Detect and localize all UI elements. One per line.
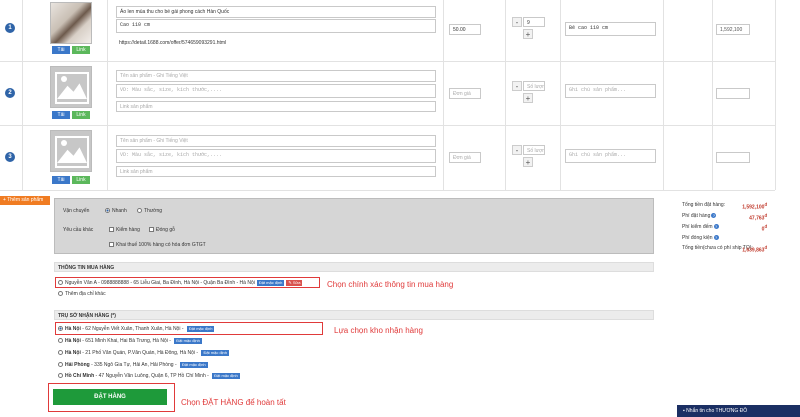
qty-plus-button[interactable]: +	[523, 29, 533, 39]
add-product-button[interactable]: + Thêm sản phẩm	[0, 196, 50, 205]
shipping-normal-radio[interactable]: Thường	[137, 208, 162, 214]
options-panel: Vận chuyển Nhanh Thường Yêu cầu khác Kiể…	[54, 198, 654, 254]
chat-icon: ▪	[683, 408, 685, 414]
product-name-input[interactable]: Áo len mùa thu cho bé gái phong cách Hàn…	[116, 6, 436, 18]
summary-total-value: 1,592,100đ	[742, 202, 767, 211]
row-index: 3	[5, 152, 15, 162]
summary-total-label: Tổng tiền đặt hàng:	[682, 202, 726, 208]
help-icon[interactable]: ?	[711, 213, 717, 218]
upload-button[interactable]: Tải	[52, 176, 70, 184]
invoice-checkbox[interactable]: Khai thuế 100% hàng có hóa đơn GTGT	[109, 242, 206, 248]
link-button[interactable]: Link	[72, 176, 90, 184]
warehouse-section-header: TRỤ SỞ NHẬN HÀNG (*)	[54, 310, 654, 320]
row-total: 1,592,100	[716, 24, 750, 35]
annotation-box	[55, 277, 320, 288]
warehouse-option[interactable]: Hà Nội - 21 Phố Văn Quán, P.Văn Quán, Hà…	[58, 350, 230, 356]
link-button[interactable]: Link	[72, 46, 90, 54]
upload-button[interactable]: Tải	[52, 111, 70, 119]
wood-checkbox[interactable]: Đóng gỗ	[149, 227, 175, 233]
product-note-input[interactable]: Ghi chú sản phẩm...	[565, 149, 656, 163]
product-desc-input[interactable]: VD: Màu sắc, size, kích thước,....	[116, 149, 436, 163]
summary-fee-label: Phí đặt hàng	[682, 213, 711, 219]
chat-label: Nhắn tin cho THƯƠNG ĐÔ	[686, 408, 748, 414]
summary-wood-label: Phí đóng kiện	[682, 235, 713, 241]
product-url-input[interactable]: Link sản phẩm	[116, 166, 436, 177]
summary-inspect-value: 0đ	[761, 224, 767, 233]
buyer-section-header: THÔNG TIN MUA HÀNG	[54, 262, 654, 272]
image-placeholder-icon	[50, 130, 92, 172]
qty-minus-button[interactable]: -	[512, 81, 522, 91]
qty-input[interactable]: 9	[523, 17, 545, 27]
qty-input[interactable]: Số lượn	[523, 145, 545, 155]
help-icon[interactable]: ?	[713, 235, 719, 240]
other-request-label: Yêu cầu khác	[63, 227, 94, 233]
warehouse-option[interactable]: Hà Nội - 651 Minh Khai, Hai Bà Trưng, Hà…	[58, 338, 202, 344]
summary-fee-value: 47,763đ	[749, 213, 767, 222]
product-url[interactable]: https://detail.1688.com/offer/5746590932…	[116, 38, 436, 49]
place-order-button[interactable]: ĐẶT HÀNG	[53, 389, 167, 405]
qty-plus-button[interactable]: +	[523, 157, 533, 167]
product-note-input[interactable]: Bé cao 110 cm	[565, 22, 656, 36]
product-image	[50, 2, 92, 44]
summary-inspect-label: Phí kiểm đếm	[682, 224, 713, 230]
inspect-checkbox[interactable]: Kiểm hàng	[109, 227, 140, 233]
product-name-input[interactable]: Tên sản phẩm - Ghi Tiếng Việt	[116, 135, 436, 147]
row-index: 1	[5, 23, 15, 33]
price-input[interactable]: 50.00	[449, 24, 481, 35]
row-total	[716, 88, 750, 99]
qty-minus-button[interactable]: -	[512, 145, 522, 155]
annotation-box	[55, 322, 323, 335]
product-desc-input[interactable]: Cao 110 cm	[116, 19, 436, 33]
summary-grand-value: 1,639,863đ	[742, 245, 767, 254]
link-button[interactable]: Link	[72, 111, 90, 119]
qty-plus-button[interactable]: +	[523, 93, 533, 103]
product-url-input[interactable]: Link sản phẩm	[116, 101, 436, 112]
shipping-label: Vận chuyển	[63, 208, 90, 214]
row-total	[716, 152, 750, 163]
product-note-input[interactable]: Ghi chú sản phẩm...	[565, 84, 656, 98]
buyer-annotation: Chọn chính xác thông tin mua hàng	[327, 280, 454, 289]
warehouse-option[interactable]: Hồ Chí Minh - 47 Nguyễn Văn Luông, Quận …	[58, 373, 240, 379]
warehouse-option[interactable]: Hải Phòng - 335 Ngô Gia Tự, Hải An, Hải …	[58, 362, 208, 368]
price-input[interactable]: Đơn giá	[449, 152, 481, 163]
shipping-fast-radio[interactable]: Nhanh	[105, 208, 127, 214]
order-annotation: Chọn ĐẶT HÀNG để hoàn tất	[181, 398, 286, 407]
row-index: 2	[5, 88, 15, 98]
chat-widget[interactable]: ▪ Nhắn tin cho THƯƠNG ĐÔ	[677, 405, 800, 417]
warehouse-annotation: Lựa chọn kho nhận hàng	[334, 326, 423, 335]
add-address-option[interactable]: Thêm địa chỉ khác	[58, 291, 106, 297]
product-desc-input[interactable]: VD: Màu sắc, size, kích thước,....	[116, 84, 436, 98]
qty-minus-button[interactable]: -	[512, 17, 522, 27]
price-input[interactable]: Đơn giá	[449, 88, 481, 99]
product-name-input[interactable]: Tên sản phẩm - Ghi Tiếng Việt	[116, 70, 436, 82]
image-placeholder-icon	[50, 66, 92, 108]
upload-button[interactable]: Tải	[52, 46, 70, 54]
qty-input[interactable]: Số lượn	[523, 81, 545, 91]
help-icon[interactable]: ?	[713, 224, 719, 229]
